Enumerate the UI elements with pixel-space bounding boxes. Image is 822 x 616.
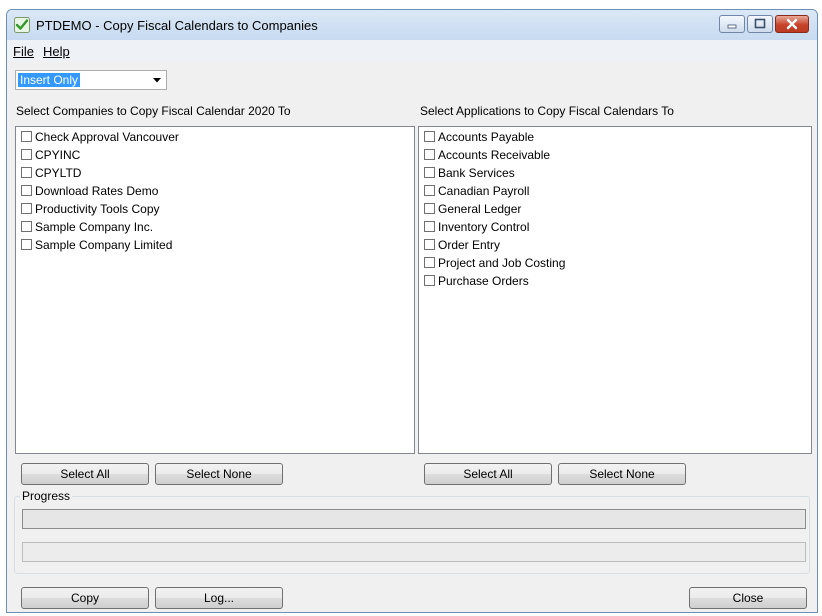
- minimize-icon: [727, 24, 737, 29]
- checkbox[interactable]: [424, 167, 435, 178]
- application-item-label: Accounts Receivable: [438, 148, 551, 162]
- maximize-button[interactable]: [747, 15, 773, 33]
- checkbox[interactable]: [21, 239, 32, 250]
- progress-group: [14, 496, 810, 574]
- progress-bar-primary: [22, 509, 806, 529]
- company-item[interactable]: Productivity Tools Copy: [21, 201, 160, 219]
- application-item[interactable]: Order Entry: [424, 237, 500, 255]
- applications-select-none-button[interactable]: Select None: [558, 463, 686, 485]
- application-item-label: General Ledger: [438, 202, 522, 216]
- app-window: PTDEMO - Copy Fiscal Calendars to Compan…: [6, 9, 818, 613]
- company-item[interactable]: Download Rates Demo: [21, 183, 158, 201]
- copy-button[interactable]: Copy: [21, 587, 149, 609]
- checkbox[interactable]: [21, 185, 32, 196]
- app-checkmark-icon: [14, 17, 30, 33]
- company-item-label: Download Rates Demo: [35, 184, 159, 198]
- window-title: PTDEMO - Copy Fiscal Calendars to Compan…: [36, 18, 318, 33]
- menu-help-label: Help: [43, 44, 70, 59]
- application-item-label: Purchase Orders: [438, 274, 529, 288]
- content-area: Insert Only Select Companies to Copy Fis…: [7, 62, 817, 612]
- log-button[interactable]: Log...: [155, 587, 283, 609]
- company-item[interactable]: CPYLTD: [21, 165, 81, 183]
- title-bar[interactable]: PTDEMO - Copy Fiscal Calendars to Compan…: [7, 10, 817, 40]
- close-button[interactable]: Close: [689, 587, 807, 609]
- company-item[interactable]: Sample Company Inc.: [21, 219, 153, 237]
- menu-file-label: File: [13, 44, 34, 59]
- checkbox[interactable]: [424, 221, 435, 232]
- checkbox[interactable]: [21, 167, 32, 178]
- companies-list[interactable]: Check Approval Vancouver CPYINC CPYLTD D…: [15, 126, 415, 454]
- application-item[interactable]: Bank Services: [424, 165, 515, 183]
- applications-label: Select Applications to Copy Fiscal Calen…: [420, 104, 674, 118]
- maximize-icon: [754, 18, 766, 29]
- mode-select[interactable]: Insert Only: [15, 70, 167, 90]
- checkbox[interactable]: [424, 149, 435, 160]
- companies-label: Select Companies to Copy Fiscal Calendar…: [16, 104, 291, 118]
- checkbox[interactable]: [424, 275, 435, 286]
- checkbox[interactable]: [21, 221, 32, 232]
- application-item[interactable]: Canadian Payroll: [424, 183, 529, 201]
- company-item-label: Sample Company Limited: [35, 238, 173, 252]
- close-window-button[interactable]: [775, 15, 809, 33]
- application-item[interactable]: General Ledger: [424, 201, 521, 219]
- minimize-button[interactable]: [719, 15, 745, 33]
- menu-help[interactable]: Help: [43, 44, 70, 59]
- progress-bar-secondary: [22, 542, 806, 562]
- company-item[interactable]: CPYINC: [21, 147, 80, 165]
- application-item-label: Accounts Payable: [438, 130, 535, 144]
- close-icon: [786, 18, 798, 30]
- mode-select-value: Insert Only: [18, 73, 81, 87]
- company-item[interactable]: Check Approval Vancouver: [21, 129, 179, 147]
- application-item[interactable]: Accounts Payable: [424, 129, 534, 147]
- company-item-label: CPYLTD: [35, 166, 82, 180]
- application-item[interactable]: Project and Job Costing: [424, 255, 565, 273]
- company-item-label: Sample Company Inc.: [35, 220, 154, 234]
- checkbox[interactable]: [424, 185, 435, 196]
- checkbox[interactable]: [424, 131, 435, 142]
- application-item-label: Canadian Payroll: [438, 184, 530, 198]
- application-item-label: Order Entry: [438, 238, 501, 252]
- applications-list[interactable]: Accounts Payable Accounts Receivable Ban…: [418, 126, 812, 454]
- companies-select-none-button[interactable]: Select None: [155, 463, 283, 485]
- chevron-down-icon: [153, 78, 161, 83]
- application-item-label: Inventory Control: [438, 220, 530, 234]
- checkbox[interactable]: [424, 239, 435, 250]
- checkbox[interactable]: [424, 203, 435, 214]
- application-item[interactable]: Accounts Receivable: [424, 147, 550, 165]
- checkbox[interactable]: [21, 149, 32, 160]
- company-item[interactable]: Sample Company Limited: [21, 237, 172, 255]
- checkbox[interactable]: [21, 131, 32, 142]
- checkbox[interactable]: [424, 257, 435, 268]
- application-item[interactable]: Purchase Orders: [424, 273, 529, 291]
- menu-bar: File Help: [7, 40, 817, 62]
- company-item-label: Productivity Tools Copy: [35, 202, 160, 216]
- menu-file[interactable]: File: [13, 44, 34, 59]
- progress-legend: Progress: [20, 489, 73, 503]
- checkbox[interactable]: [21, 203, 32, 214]
- company-item-label: Check Approval Vancouver: [35, 130, 179, 144]
- application-item-label: Bank Services: [438, 166, 515, 180]
- application-item-label: Project and Job Costing: [438, 256, 566, 270]
- applications-select-all-button[interactable]: Select All: [424, 463, 552, 485]
- application-item[interactable]: Inventory Control: [424, 219, 529, 237]
- company-item-label: CPYINC: [35, 148, 81, 162]
- companies-select-all-button[interactable]: Select All: [21, 463, 149, 485]
